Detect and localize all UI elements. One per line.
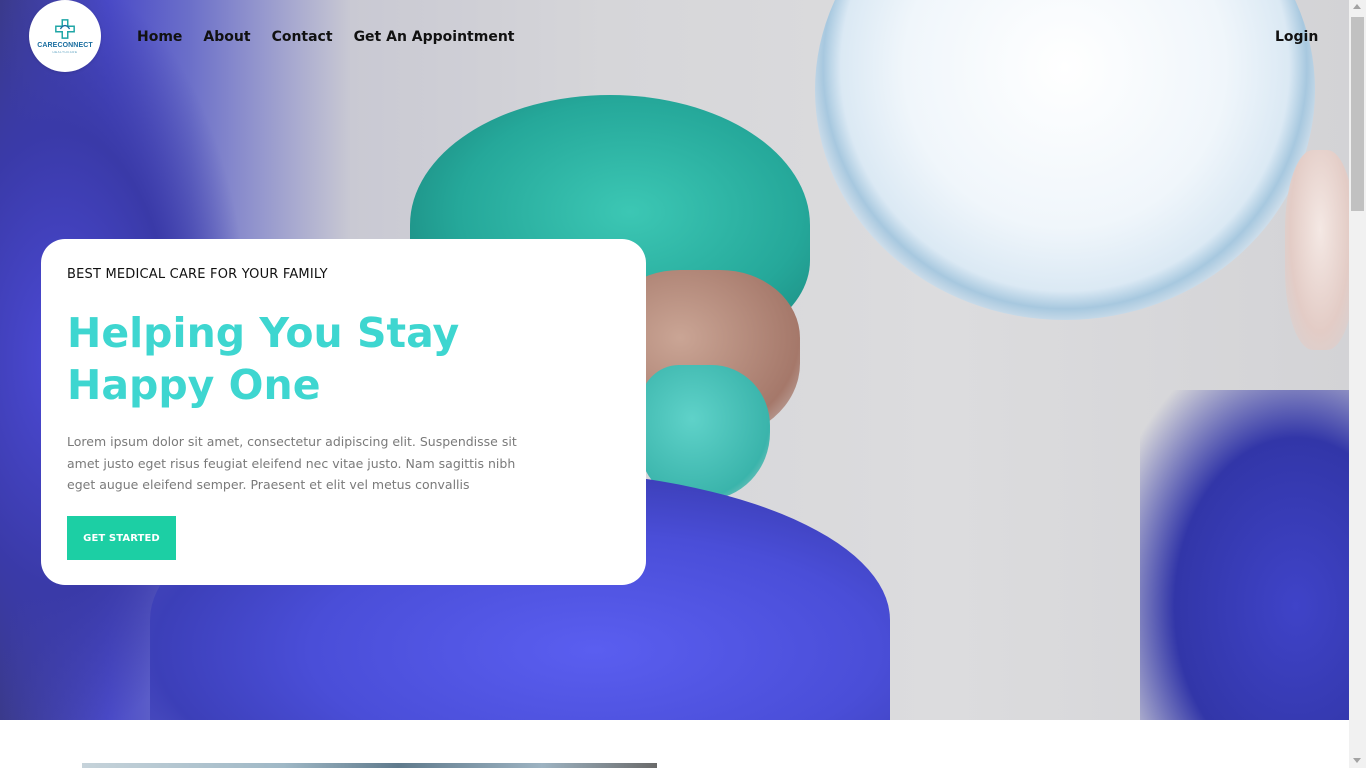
main-nav: Home About Contact Get An Appointment — [137, 28, 536, 46]
hero-card: BEST MEDICAL CARE FOR YOUR FAMILY Helpin… — [41, 239, 646, 585]
page: CARECONNECT HEALTHCARE Home About Contac… — [0, 0, 1366, 768]
gloved-hand — [1285, 150, 1349, 350]
get-started-button[interactable]: GET STARTED — [67, 516, 176, 560]
next-section-image — [82, 763, 657, 768]
assistant-gown — [1140, 390, 1349, 720]
scroll-up-arrow-icon[interactable] — [1353, 4, 1361, 9]
brand-tagline: HEALTHCARE — [52, 50, 78, 54]
page-scrollbar[interactable] — [1349, 0, 1366, 768]
nav-item-about[interactable]: About — [203, 28, 250, 46]
surgical-lamp — [815, 0, 1315, 320]
nav-item-home[interactable]: Home — [137, 28, 182, 46]
hero-headline: Helping You Stay Happy One — [67, 309, 460, 409]
surgeon-mask — [640, 365, 770, 500]
medical-cross-icon — [55, 19, 75, 39]
scrollbar-thumb[interactable] — [1351, 17, 1364, 211]
brand-logo[interactable]: CARECONNECT HEALTHCARE — [29, 0, 101, 72]
login-link[interactable]: Login — [1275, 28, 1318, 46]
hero-body-text: Lorem ipsum dolor sit amet, consectetur … — [67, 434, 517, 492]
hero-eyebrow: BEST MEDICAL CARE FOR YOUR FAMILY — [67, 267, 328, 282]
nav-item-contact[interactable]: Contact — [272, 28, 333, 46]
scroll-down-arrow-icon[interactable] — [1353, 758, 1361, 763]
nav-item-get-appointment[interactable]: Get An Appointment — [354, 28, 515, 46]
brand-name: CARECONNECT — [37, 42, 93, 49]
